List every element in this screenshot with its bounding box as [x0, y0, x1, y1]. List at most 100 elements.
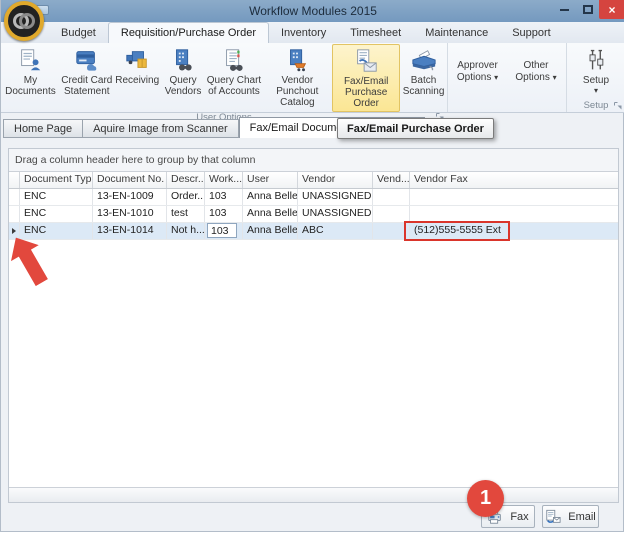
window-title: Workflow Modules 2015 — [1, 4, 624, 18]
minimize-button[interactable] — [553, 0, 576, 19]
cell-vend — [373, 189, 410, 205]
credit-card-statement-button[interactable]: Credit Card Statement — [60, 44, 114, 112]
column-header-vendor-fax[interactable]: Vendor Fax — [410, 172, 618, 188]
email-button[interactable]: Email — [542, 505, 599, 528]
cell-description: test — [167, 206, 205, 222]
group-by-area[interactable]: Drag a column header here to group by th… — [9, 149, 618, 172]
column-header-vendor[interactable]: Vendor — [298, 172, 373, 188]
app-logo[interactable] — [4, 1, 44, 41]
row-indicator-cell — [9, 206, 20, 222]
query-chart-of-accounts-button[interactable]: Query Chart of Accounts — [206, 44, 263, 112]
column-header-description[interactable]: Descr... — [167, 172, 205, 188]
cell-description: Order... — [167, 189, 205, 205]
ribbon-tab-maintenance[interactable]: Maintenance — [413, 22, 500, 43]
ribbon-tab-timesheet[interactable]: Timesheet — [338, 22, 413, 43]
cell-workflow: 103 — [205, 206, 243, 222]
ribbon-tab-requisition-purchase-order[interactable]: Requisition/Purchase Order — [108, 22, 269, 43]
tab-home-page[interactable]: Home Page — [3, 119, 83, 138]
vendor-punchout-catalog-icon — [282, 46, 312, 74]
app-window: Workflow Modules 2015 × Budget Requisiti… — [0, 0, 624, 532]
maximize-icon — [583, 5, 593, 14]
cell-vendor-fax — [410, 189, 618, 205]
window-controls: × — [553, 0, 624, 19]
credit-card-statement-label: Credit Card Statement — [61, 75, 113, 97]
query-vendors-icon — [168, 46, 198, 74]
ribbon-tab-budget[interactable]: Budget — [49, 22, 108, 43]
group-by-hint: Drag a column header here to group by th… — [15, 154, 255, 166]
cell-document-type: ENC — [20, 206, 93, 222]
query-chart-of-accounts-icon — [219, 46, 249, 74]
receiving-button[interactable]: Receiving — [114, 44, 161, 112]
tab-aquire-image-from-scanner[interactable]: Aquire Image from Scanner — [83, 119, 239, 138]
email-button-label: Email — [568, 511, 596, 523]
cell-vendor: UNASSIGNED — [298, 189, 373, 205]
tab-home-page-label: Home Page — [14, 123, 72, 135]
header-indicator-cell — [9, 172, 20, 188]
query-vendors-label: Query Vendors — [162, 75, 205, 97]
other-options-label: Other Options — [515, 60, 549, 83]
vendor-punchout-catalog-button[interactable]: Vendor Punchout Catalog — [262, 44, 332, 112]
batch-scanning-label: Batch Scanning — [401, 75, 446, 97]
column-header-document-type[interactable]: Document Type — [20, 172, 93, 188]
receiving-label: Receiving — [115, 75, 159, 86]
annotation-highlight-box — [404, 221, 510, 241]
step-number: 1 — [480, 487, 491, 510]
minimize-icon — [560, 9, 569, 11]
cell-user: Anna Belle... — [243, 206, 298, 222]
column-header-workflow[interactable]: Work... — [205, 172, 243, 188]
setup-label: Setup — [583, 75, 609, 86]
query-vendors-button[interactable]: Query Vendors — [161, 44, 206, 112]
cell-description: Not h... — [167, 223, 205, 239]
batch-scanning-button[interactable]: Batch Scanning — [400, 44, 447, 112]
cell-user: Anna Belle... — [243, 223, 298, 239]
tooltip-text: Fax/Email Purchase Order — [347, 123, 484, 135]
email-icon — [545, 509, 561, 525]
my-documents-button[interactable]: My Documents — [1, 44, 60, 112]
setup-sliders-icon — [581, 46, 611, 74]
query-chart-of-accounts-label: Query Chart of Accounts — [207, 75, 262, 97]
cell-vendor-fax — [410, 206, 618, 222]
ribbon-tab-bar: Budget Requisition/Purchase Order Invent… — [1, 22, 624, 43]
fax-email-purchase-order-button[interactable]: Fax/Email Purchase Order — [332, 44, 400, 112]
close-button[interactable]: × — [599, 0, 624, 19]
column-header-user[interactable]: User — [243, 172, 298, 188]
my-documents-label: My Documents — [2, 75, 59, 97]
other-options-button[interactable]: Other Options ▾ — [507, 44, 565, 99]
ribbon-group-setup: Setup ▾ Setup — [567, 43, 624, 112]
table-row-selected[interactable]: ENC 13-EN-1014 Not h... 103 Anna Belle..… — [9, 223, 618, 240]
column-header-document-no[interactable]: Document No. — [93, 172, 167, 188]
ribbon-group-options: Approver Options ▾ Other Options ▾ — [448, 43, 567, 112]
fax-email-purchase-order-label: Fax/Email Purchase Order — [334, 76, 398, 109]
grid-empty-area — [9, 240, 618, 487]
cell-vendor: UNASSIGNED — [298, 206, 373, 222]
cell-vendor: ABC — [298, 223, 373, 239]
cell-user: Anna Belle... — [243, 189, 298, 205]
row-indicator-cell — [9, 189, 20, 205]
ribbon-tab-inventory[interactable]: Inventory — [269, 22, 338, 43]
ribbon-tab-support[interactable]: Support — [500, 22, 563, 43]
workflow-cell-editor[interactable]: 103 — [207, 223, 237, 238]
ribbon: My Documents Credit Card Statement — [1, 43, 624, 113]
grid-footer-strip — [9, 487, 618, 502]
approver-options-button[interactable]: Approver Options ▾ — [448, 44, 507, 99]
my-documents-icon — [15, 46, 45, 74]
title-bar: Workflow Modules 2015 × — [1, 0, 624, 22]
setup-button[interactable]: Setup ▾ — [574, 44, 618, 99]
credit-card-icon — [72, 46, 102, 74]
annotation-step-badge: 1 — [467, 480, 504, 517]
fax-email-purchase-order-icon — [351, 47, 381, 75]
logo-icon — [11, 8, 37, 34]
current-row-marker-icon — [12, 228, 16, 234]
other-options-dropdown-icon: ▾ — [553, 73, 557, 82]
column-header-vend[interactable]: Vend... — [373, 172, 410, 188]
table-row[interactable]: ENC 13-EN-1010 test 103 Anna Belle... UN… — [9, 206, 618, 223]
grid-header-row: Document Type Document No. Descr... Work… — [9, 172, 618, 189]
vendor-punchout-catalog-label: Vendor Punchout Catalog — [263, 75, 331, 108]
setup-dialog-launcher-icon[interactable] — [613, 101, 623, 111]
table-row[interactable]: ENC 13-EN-1009 Order... 103 Anna Belle..… — [9, 189, 618, 206]
tab-aquire-image-label: Aquire Image from Scanner — [93, 123, 228, 135]
cell-document-no: 13-EN-1009 — [93, 189, 167, 205]
maximize-button[interactable] — [576, 0, 599, 19]
close-icon: × — [608, 3, 615, 17]
cell-workflow: 103 — [205, 223, 243, 239]
